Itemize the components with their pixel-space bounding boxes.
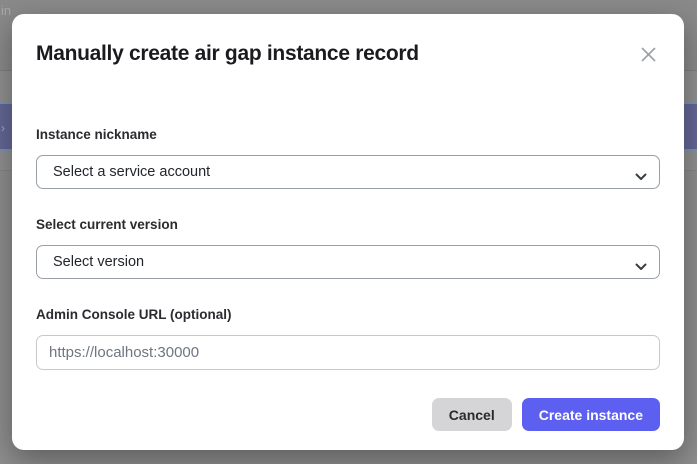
- close-icon[interactable]: [638, 44, 658, 64]
- screen: in › Manually create air gap instance re…: [0, 0, 697, 464]
- instance-nickname-label: Instance nickname: [36, 127, 660, 143]
- instance-nickname-select-value: Select a service account: [53, 164, 210, 180]
- create-instance-button[interactable]: Create instance: [522, 398, 660, 431]
- modal-title: Manually create air gap instance record: [36, 40, 419, 68]
- close-icon-glyph: [640, 46, 657, 63]
- create-air-gap-instance-modal: Manually create air gap instance record …: [12, 14, 684, 450]
- chevron-down-icon: [635, 258, 647, 276]
- background-row-mark: ›: [1, 121, 5, 135]
- admin-console-url-label: Admin Console URL (optional): [36, 307, 660, 323]
- current-version-select[interactable]: Select version: [36, 245, 660, 279]
- chevron-down-icon: [635, 168, 647, 186]
- modal-form: Instance nickname Select a service accou…: [36, 127, 660, 431]
- field-instance-nickname: Instance nickname Select a service accou…: [36, 127, 660, 189]
- admin-console-url-input[interactable]: [36, 335, 660, 370]
- instance-nickname-select[interactable]: Select a service account: [36, 155, 660, 189]
- current-version-select-value: Select version: [53, 254, 144, 270]
- background-partial-text: in: [1, 3, 11, 18]
- cancel-button[interactable]: Cancel: [432, 398, 512, 431]
- current-version-label: Select current version: [36, 217, 660, 233]
- modal-header: Manually create air gap instance record: [36, 40, 660, 68]
- field-admin-console-url: Admin Console URL (optional): [36, 307, 660, 370]
- field-current-version: Select current version Select version: [36, 217, 660, 279]
- modal-actions: Cancel Create instance: [36, 398, 660, 431]
